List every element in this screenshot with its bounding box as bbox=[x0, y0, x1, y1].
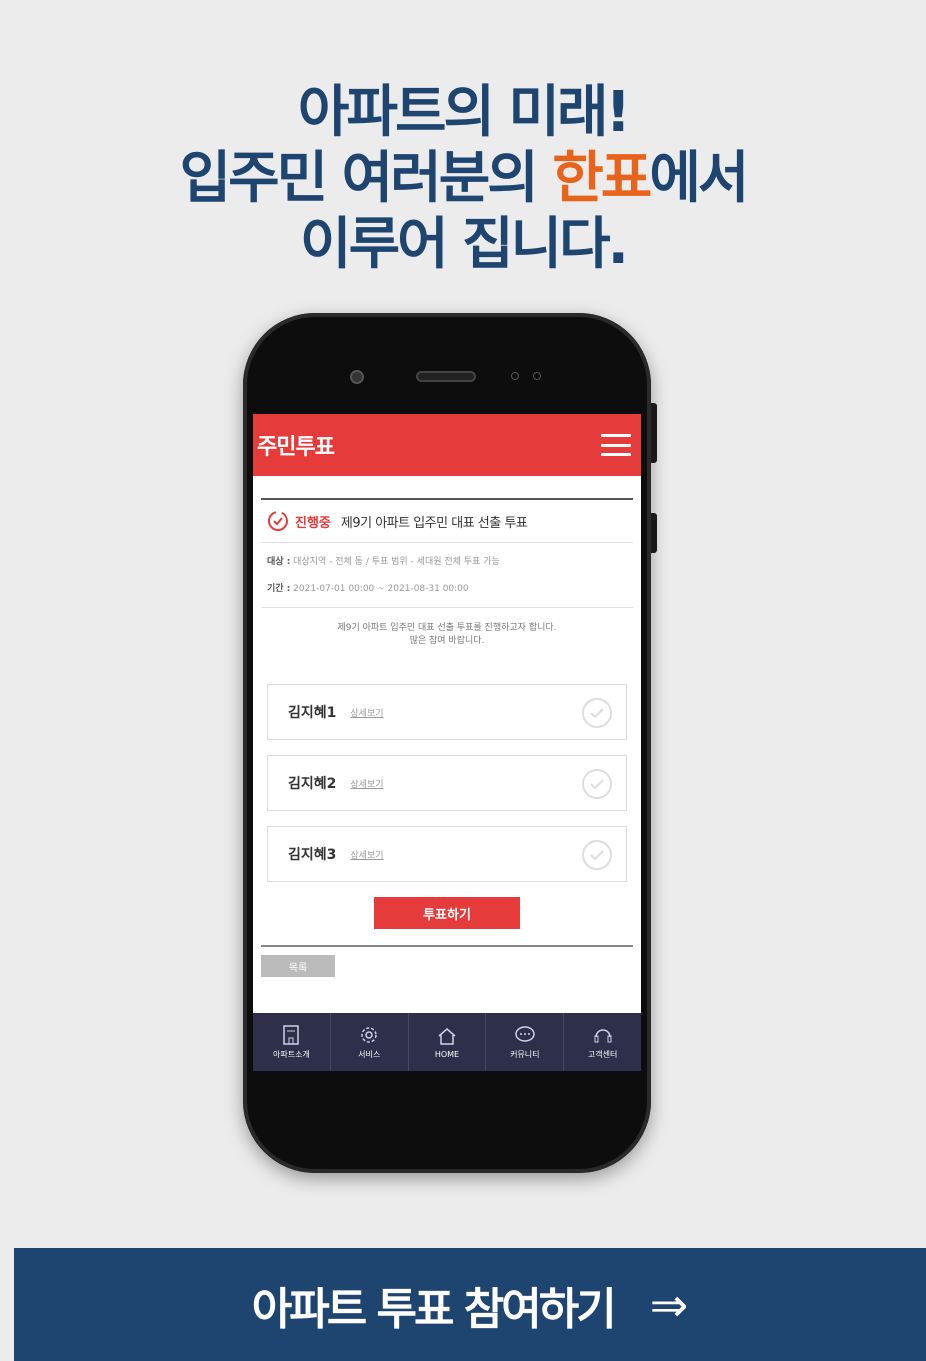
vote-meta: 대상 : 대상지역 - 전체 동 / 투표 범위 - 세대원 전체 투표 가능 … bbox=[261, 542, 633, 603]
candidate-item[interactable]: 김지혜1 상세보기 bbox=[267, 684, 627, 740]
sensor-dot bbox=[533, 372, 541, 380]
camera-icon bbox=[350, 370, 364, 384]
candidate-name: 김지혜2 bbox=[288, 776, 337, 792]
chat-icon bbox=[515, 1025, 535, 1042]
candidate-detail-link[interactable]: 상세보기 bbox=[350, 706, 383, 719]
tab-label: 아파트소개 bbox=[272, 1049, 310, 1059]
building-icon bbox=[283, 1024, 300, 1045]
headline-line2-pre: 입주민 여러분의 bbox=[179, 146, 553, 211]
in-progress-check-icon bbox=[268, 511, 288, 531]
vote-content: 진행중 제9기 아파트 입주민 대표 선출 투표 대상 : 대상지역 - 전체 … bbox=[253, 476, 641, 977]
candidate-name: 김지혜3 bbox=[288, 847, 337, 863]
tab-label: 커뮤니티 bbox=[510, 1049, 540, 1059]
period-label: 기간 : bbox=[267, 584, 291, 594]
tab-apartment-intro[interactable]: 아파트소개 bbox=[253, 1013, 331, 1071]
tab-customer-center[interactable]: 고객센터 bbox=[564, 1013, 641, 1071]
headline-line2-post: 에서 bbox=[649, 146, 749, 211]
select-check-icon[interactable] bbox=[582, 698, 612, 728]
headline-line2: 입주민 여러분의 한표에서 bbox=[0, 146, 926, 212]
gear-icon bbox=[361, 1026, 377, 1043]
vote-notice: 제9기 아파트 입주민 대표 선출 투표를 진행하고자 합니다. 많은 참여 바… bbox=[261, 607, 633, 648]
tab-label: 서비스 bbox=[358, 1049, 381, 1059]
vote-heading: 진행중 제9기 아파트 입주민 대표 선출 투표 bbox=[261, 510, 633, 532]
headline: 아파트의 미래! 입주민 여러분의 한표에서 이루어 집니다. bbox=[0, 80, 926, 278]
phone-mockup: 주민투표 진행중 제9기 아파트 입주민 대표 선출 투표 대상 : 대상지역 … bbox=[243, 313, 657, 1173]
participate-label: 아파트 투표 참여하기 bbox=[251, 1283, 617, 1335]
select-check-icon[interactable] bbox=[582, 840, 612, 870]
candidate-list: 김지혜1 상세보기 김지혜2 상세보기 김지혜3 상세보기 bbox=[261, 684, 633, 882]
speaker-grille bbox=[416, 371, 476, 382]
phone-side-button bbox=[651, 513, 657, 553]
notice-line2: 많은 참여 바랍니다. bbox=[409, 636, 485, 646]
phone-side-button bbox=[651, 403, 657, 463]
candidate-item[interactable]: 김지혜3 상세보기 bbox=[267, 826, 627, 882]
tab-label: 고객센터 bbox=[587, 1049, 618, 1059]
sensor-dot bbox=[511, 372, 519, 380]
vote-box: 진행중 제9기 아파트 입주민 대표 선출 투표 대상 : 대상지역 - 전체 … bbox=[261, 498, 633, 648]
headline-line1: 아파트의 미래! bbox=[297, 80, 631, 145]
period-text: 2021-07-01 00:00 ~ 2021-08-31 00:00 bbox=[293, 584, 469, 594]
candidate-name: 김지혜1 bbox=[288, 705, 337, 721]
hamburger-menu-icon[interactable] bbox=[601, 434, 631, 456]
app-header: 주민투표 bbox=[253, 414, 641, 476]
double-arrow-icon: ⇒ bbox=[649, 1277, 689, 1332]
tab-home[interactable]: HOME bbox=[409, 1013, 487, 1071]
tab-community[interactable]: 커뮤니티 bbox=[486, 1013, 565, 1071]
vote-submit-button[interactable]: 투표하기 bbox=[374, 897, 520, 929]
tab-label: HOME bbox=[434, 1049, 460, 1059]
vote-title: 제9기 아파트 입주민 대표 선출 투표 bbox=[340, 515, 528, 531]
app-title: 주민투표 bbox=[257, 435, 335, 460]
divider bbox=[261, 945, 633, 947]
candidate-detail-link[interactable]: 상세보기 bbox=[350, 848, 383, 861]
bottom-tab-bar: 아파트소개 서비스 HOME 커뮤니티 고객센터 bbox=[253, 1013, 641, 1071]
headline-line3: 이루어 집니다. bbox=[300, 212, 629, 277]
status-label: 진행중 bbox=[295, 515, 331, 531]
tab-service[interactable]: 서비스 bbox=[331, 1013, 409, 1071]
vote-period: 기간 : 2021-07-01 00:00 ~ 2021-08-31 00:00 bbox=[267, 576, 627, 603]
home-icon bbox=[438, 1027, 456, 1045]
headline-accent: 한표 bbox=[552, 146, 652, 211]
list-button[interactable]: 목록 bbox=[261, 955, 335, 977]
vote-target: 대상 : 대상지역 - 전체 동 / 투표 범위 - 세대원 전체 투표 가능 bbox=[267, 549, 627, 576]
notice-line1: 제9기 아파트 입주민 대표 선출 투표를 진행하고자 합니다. bbox=[337, 623, 557, 633]
candidate-detail-link[interactable]: 상세보기 bbox=[350, 777, 383, 790]
target-text: 대상지역 - 전체 동 / 투표 범위 - 세대원 전체 투표 가능 bbox=[293, 557, 500, 567]
select-check-icon[interactable] bbox=[582, 769, 612, 799]
candidate-item[interactable]: 김지혜2 상세보기 bbox=[267, 755, 627, 811]
target-label: 대상 : bbox=[267, 557, 291, 567]
headset-icon bbox=[594, 1028, 612, 1042]
participate-vote-button[interactable]: 아파트 투표 참여하기 ⇒ bbox=[14, 1248, 926, 1361]
phone-screen: 주민투표 진행중 제9기 아파트 입주민 대표 선출 투표 대상 : 대상지역 … bbox=[253, 414, 641, 1071]
